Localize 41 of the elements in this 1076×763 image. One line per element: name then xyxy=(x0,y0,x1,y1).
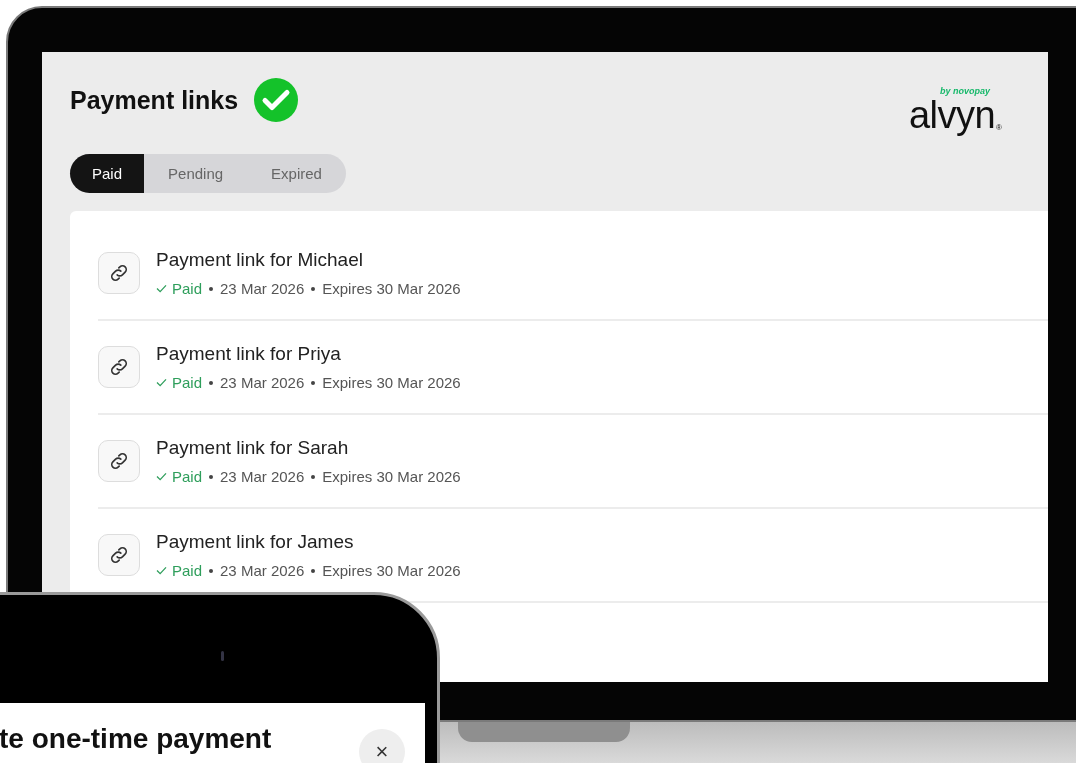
page-title: Payment links xyxy=(70,85,239,115)
expiry-date: Expires 30 Mar 2026 xyxy=(322,280,461,297)
link-title[interactable]: Payment link for Priya xyxy=(156,343,461,365)
bullet-dot xyxy=(311,474,316,479)
checkmark-icon xyxy=(156,378,167,387)
bullet-dot xyxy=(209,474,214,479)
checkmark-icon xyxy=(156,284,167,293)
link-title[interactable]: Payment link for Sarah xyxy=(156,437,461,459)
checkmark-icon xyxy=(156,566,167,575)
link-title[interactable]: Payment link for Michael xyxy=(156,249,461,271)
bullet-dot xyxy=(311,380,316,385)
checkmark-icon xyxy=(156,472,167,481)
status-label: Paid xyxy=(172,468,203,485)
status-label: Paid xyxy=(172,280,203,297)
filter-tab[interactable]: Paid xyxy=(70,154,145,193)
expiry-date: Expires 30 Mar 2026 xyxy=(322,374,461,391)
created-date: 23 Mar 2026 xyxy=(220,468,305,485)
created-date: 23 Mar 2026 xyxy=(220,280,305,297)
bullet-dot xyxy=(209,380,214,385)
expiry-date: Expires 30 Mar 2026 xyxy=(322,468,461,485)
registered-mark: ® xyxy=(996,123,1002,132)
link-title[interactable]: Payment link for James xyxy=(156,531,461,553)
chain-link-icon xyxy=(108,544,130,566)
expiry-date: Expires 30 Mar 2026 xyxy=(322,562,461,579)
chain-link-icon xyxy=(108,356,130,378)
bullet-dot xyxy=(209,568,214,573)
close-button[interactable]: × xyxy=(359,729,405,763)
logo-byline: by novopay xyxy=(940,86,990,96)
phone-sensor xyxy=(221,651,224,661)
bullet-dot xyxy=(311,568,316,573)
status-label: Paid xyxy=(172,374,203,391)
filter-tab[interactable]: Pending xyxy=(144,154,248,193)
filter-tab[interactable]: Expired xyxy=(247,154,346,193)
sheet-title: te one-time payment xyxy=(0,723,272,756)
chain-link-icon xyxy=(108,262,130,284)
created-date: 23 Mar 2026 xyxy=(220,374,305,391)
bullet-dot xyxy=(209,286,214,291)
chain-link-icon xyxy=(108,450,130,472)
created-date: 23 Mar 2026 xyxy=(220,562,305,579)
bullet-dot xyxy=(311,286,316,291)
status-label: Paid xyxy=(172,562,203,579)
